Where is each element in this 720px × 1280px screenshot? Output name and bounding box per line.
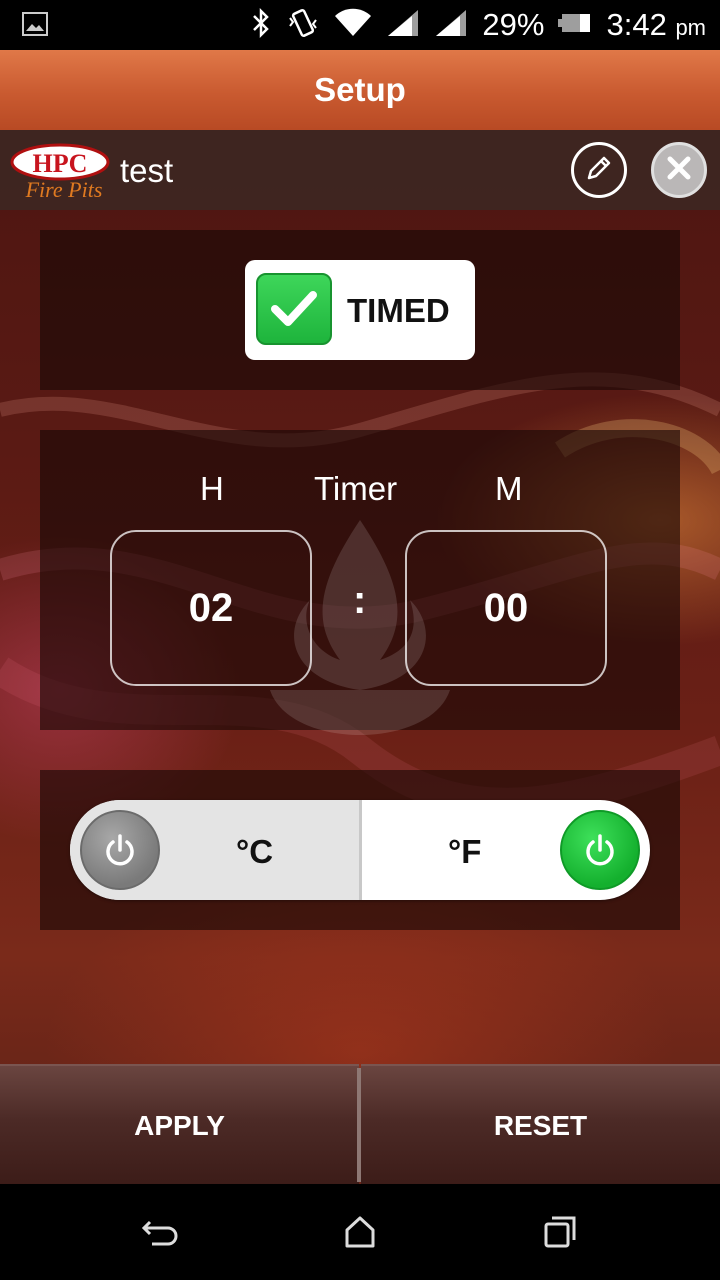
close-button[interactable] (651, 142, 707, 198)
pencil-icon (584, 153, 614, 188)
image-icon (22, 12, 48, 41)
wifi-icon (334, 8, 372, 43)
recent-apps-icon[interactable] (540, 1212, 580, 1252)
vibrate-icon (286, 6, 320, 45)
title-bar: Setup (0, 50, 720, 130)
minutes-input[interactable]: 00 (405, 530, 607, 686)
time-separator: : (353, 578, 367, 622)
fahrenheit-label: °F (448, 833, 482, 870)
clock: 3:42 pm (606, 7, 706, 43)
timed-panel: TIMED (40, 230, 680, 390)
unit-divider (359, 800, 362, 900)
apply-button[interactable]: APPLY (0, 1064, 359, 1186)
svg-text:Fire Pits: Fire Pits (25, 177, 103, 200)
signal-icon (434, 8, 468, 43)
power-icon (560, 810, 640, 890)
celsius-label: °C (236, 833, 274, 870)
signal-icon (386, 8, 420, 43)
clock-suffix: pm (675, 15, 706, 40)
battery-percent: 29% (482, 7, 545, 42)
device-bar: HPC Fire Pits test (0, 130, 720, 210)
back-icon[interactable] (140, 1212, 180, 1252)
unit-panel: °C °F (40, 770, 680, 930)
hpc-fire-pits-logo: HPC Fire Pits (10, 142, 110, 202)
page-title: Setup (314, 71, 406, 108)
timed-checkbox[interactable]: TIMED (245, 260, 475, 360)
battery-icon (558, 12, 592, 39)
edit-button[interactable] (571, 142, 627, 198)
device-name: test (120, 152, 174, 189)
timer-title: Timer (314, 470, 398, 507)
bluetooth-icon (250, 7, 272, 44)
minutes-label: M (495, 470, 523, 507)
bottom-action-bar: APPLY RESET (0, 1064, 720, 1186)
home-icon[interactable] (340, 1212, 380, 1252)
reset-button[interactable]: RESET (361, 1064, 720, 1186)
hours-input[interactable]: 02 (110, 530, 312, 686)
timer-panel: H Timer M 02 : 00 (40, 430, 680, 735)
hours-label: H (200, 470, 224, 507)
temperature-unit-switch[interactable]: °C °F (70, 800, 650, 900)
status-bar: 29% 3:42 pm (0, 0, 720, 50)
navigation-bar (0, 1184, 720, 1280)
power-icon (80, 810, 160, 890)
timed-label: TIMED (347, 292, 450, 329)
svg-text:HPC: HPC (33, 149, 88, 178)
close-icon (665, 154, 693, 187)
clock-time: 3:42 (606, 7, 667, 42)
check-icon (256, 273, 332, 345)
